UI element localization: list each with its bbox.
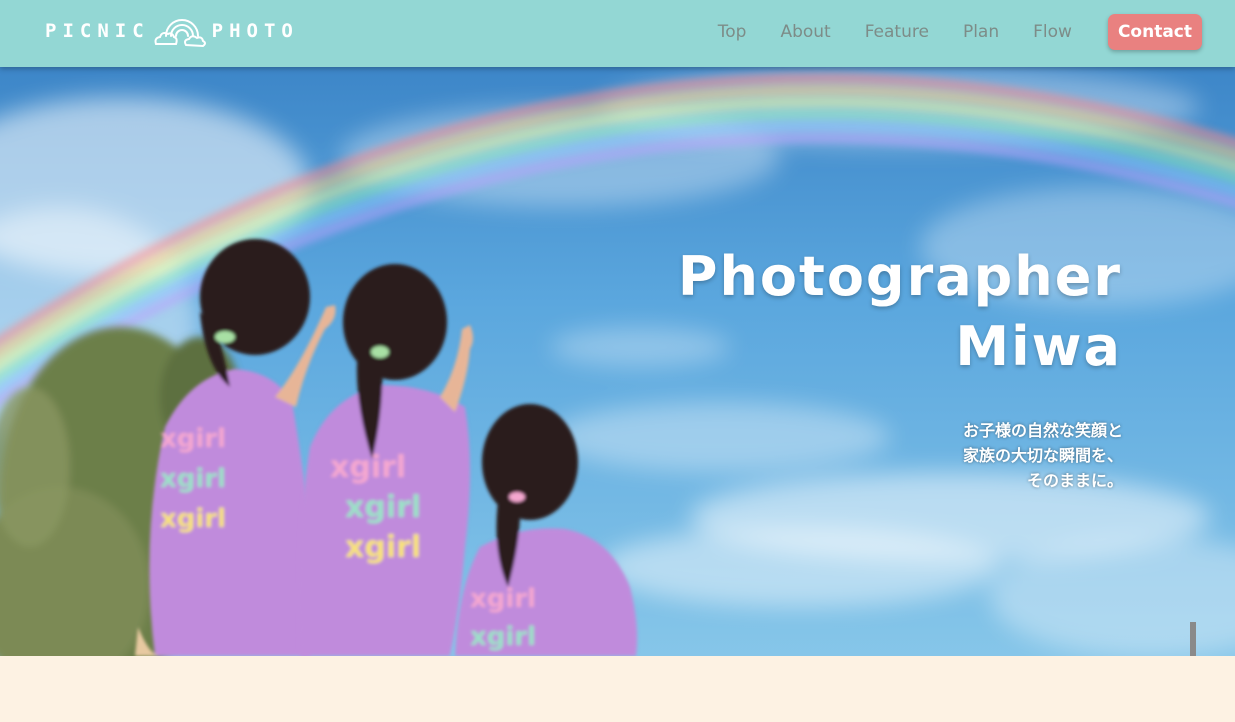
nav-flow[interactable]: Flow	[1033, 14, 1072, 50]
hero-subtitle-line1: お子様の自然な笑顔と	[962, 421, 1123, 440]
hero-subtitle-line3: そのままに。	[1026, 471, 1123, 490]
hero-section: xgirl xgirl xgirl xgirl xgirl xgirl xgir…	[0, 67, 1235, 656]
svg-text:xgirl: xgirl	[160, 424, 226, 454]
svg-text:xgirl: xgirl	[345, 530, 421, 565]
hero-title-line2: Miwa	[955, 315, 1122, 378]
svg-text:xgirl: xgirl	[160, 464, 226, 494]
nav-about[interactable]: About	[780, 14, 830, 50]
svg-text:xgirl: xgirl	[160, 504, 226, 534]
svg-text:xgirl: xgirl	[330, 450, 406, 485]
logo-text-right: PHOTO	[211, 20, 299, 42]
hero-subtitle-line2: 家族の大切な瞬間を、	[962, 446, 1123, 465]
nav-feature[interactable]: Feature	[865, 14, 929, 50]
site-header: PICNIC PHOTO Top About Feature Plan Flow…	[0, 0, 1235, 67]
contact-button[interactable]: Contact	[1107, 14, 1202, 50]
nav-plan[interactable]: Plan	[963, 14, 999, 50]
hero-title-line1: Photographer	[677, 245, 1122, 308]
rainbow-cloud-icon	[154, 19, 206, 48]
logo-text-left: PICNIC	[45, 20, 150, 42]
hero-title: Photographer Miwa	[678, 242, 1122, 382]
nav-top[interactable]: Top	[718, 14, 747, 50]
site-logo[interactable]: PICNIC PHOTO	[45, 14, 299, 48]
main-nav: Top About Feature Plan Flow Contact	[718, 14, 1202, 50]
svg-text:xgirl: xgirl	[470, 584, 536, 614]
svg-text:xgirl: xgirl	[470, 622, 536, 652]
svg-text:xgirl: xgirl	[345, 490, 421, 525]
next-section	[0, 656, 1235, 722]
hero-subtitle: お子様の自然な笑顔と 家族の大切な瞬間を、 そのままに。	[963, 418, 1123, 493]
